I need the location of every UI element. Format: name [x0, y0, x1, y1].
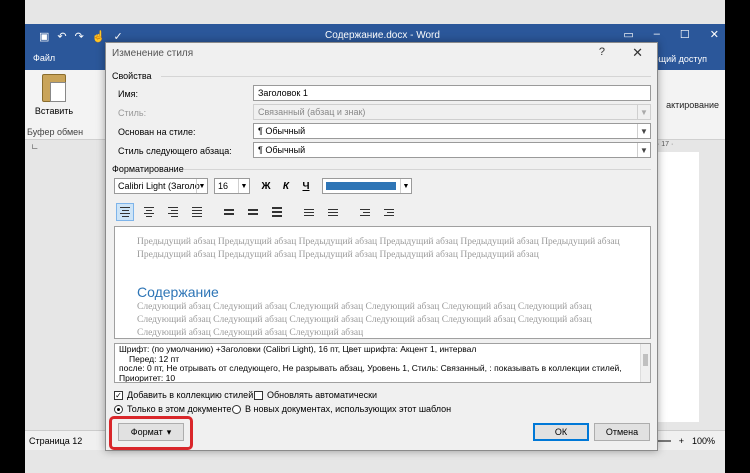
- help-icon[interactable]: ?: [599, 46, 605, 58]
- font-color-swatch: [326, 182, 396, 190]
- tab-selector-icon[interactable]: ∟: [31, 142, 39, 151]
- based-on-label: Основан на стиле:: [118, 127, 196, 137]
- next-style-select[interactable]: ¶ Обычный ▼: [253, 142, 651, 158]
- spelling-icon[interactable]: ✓: [114, 30, 123, 43]
- chevron-down-icon[interactable]: ▼: [400, 179, 411, 193]
- redo-icon[interactable]: ↷: [75, 30, 84, 43]
- word-window: ▣ ↶ ↷ ☝ ✓ Содержание.docx - Word ▭ – ☐ ✕…: [25, 0, 725, 473]
- format-button-label: Формат: [130, 427, 163, 437]
- bold-button[interactable]: Ж: [258, 178, 274, 194]
- paste-button[interactable]: Вставить: [29, 74, 79, 116]
- radio-icon: [232, 404, 241, 414]
- preview-next-paragraph: Следующий абзац Следующий абзац Следующи…: [137, 302, 592, 338]
- style-type-label: Стиль:: [118, 108, 147, 118]
- italic-button[interactable]: К: [278, 178, 294, 194]
- justify-icon[interactable]: [188, 203, 206, 221]
- properties-divider: [161, 76, 651, 77]
- clipboard-icon: [42, 74, 66, 102]
- formatting-section-label: Форматирование: [112, 164, 184, 174]
- ribbon-options-icon[interactable]: ▭: [623, 28, 633, 41]
- decrease-indent-icon[interactable]: [356, 203, 374, 221]
- style-name-input[interactable]: Заголовок 1: [253, 85, 651, 101]
- style-preview: Предыдущий абзац Предыдущий абзац Предыд…: [114, 226, 651, 339]
- space-before-icon[interactable]: [300, 203, 318, 221]
- add-to-gallery-checkbox[interactable]: ✓ Добавить в коллекцию стилей: [114, 390, 253, 400]
- modify-style-dialog: Изменение стиля ? ✕ Свойства Имя: Заголо…: [105, 42, 658, 451]
- description-line: после: 0 пт, Не отрывать от следующего, …: [119, 363, 622, 373]
- close-icon[interactable]: ✕: [632, 45, 643, 61]
- ok-button[interactable]: ОК: [533, 423, 589, 441]
- cancel-button[interactable]: Отмена: [594, 423, 650, 441]
- window-controls: ▭ – ☐ ✕: [623, 28, 719, 41]
- style-description: Шрифт: (по умолчанию) +Заголовки (Calibr…: [114, 343, 651, 383]
- description-line: Шрифт: (по умолчанию) +Заголовки (Calibr…: [119, 344, 477, 354]
- tab-file[interactable]: Файл: [33, 53, 55, 63]
- style-type-value: Связанный (абзац и знак): [258, 107, 366, 117]
- font-size-value: 16: [218, 181, 229, 191]
- double-spacing-icon[interactable]: [268, 203, 286, 221]
- font-color-select[interactable]: ▼: [322, 178, 412, 194]
- next-style-value: ¶ Обычный: [258, 145, 306, 155]
- preview-heading: Содержание: [137, 284, 219, 300]
- radio-selected-icon: [114, 404, 123, 414]
- format-button[interactable]: Формат ▾: [118, 423, 184, 441]
- formatting-divider: [184, 169, 651, 170]
- align-right-icon[interactable]: [164, 203, 182, 221]
- save-icon[interactable]: ▣: [39, 30, 49, 43]
- preview-previous-paragraph: Предыдущий абзац Предыдущий абзац Предыд…: [137, 237, 620, 260]
- align-left-icon[interactable]: [116, 203, 134, 221]
- font-value: Calibri Light (Заголо: [118, 181, 200, 191]
- paste-label: Вставить: [34, 106, 74, 116]
- only-this-document-radio[interactable]: Только в этом документе: [114, 404, 231, 414]
- zoom-in-icon[interactable]: +: [679, 436, 684, 446]
- close-window-icon[interactable]: ✕: [710, 28, 719, 41]
- chevron-down-icon[interactable]: ▼: [238, 179, 249, 193]
- page-indicator[interactable]: Страница 12: [29, 436, 82, 446]
- checkbox-checked-icon: ✓: [114, 390, 123, 400]
- space-after-icon[interactable]: [324, 203, 342, 221]
- next-style-label: Стиль следующего абзаца:: [118, 146, 232, 156]
- clipboard-group-label: Буфер обмен: [27, 127, 84, 137]
- chevron-down-icon: ▼: [637, 105, 650, 119]
- underline-button[interactable]: Ч: [298, 178, 314, 194]
- chevron-down-icon[interactable]: ▼: [637, 143, 650, 157]
- font-select[interactable]: Calibri Light (Заголо ▼: [114, 178, 208, 194]
- based-on-value: ¶ Обычный: [258, 126, 306, 136]
- chevron-down-icon[interactable]: ▼: [196, 179, 207, 193]
- single-spacing-icon[interactable]: [220, 203, 238, 221]
- one-half-spacing-icon[interactable]: [244, 203, 262, 221]
- new-documents-radio[interactable]: В новых документах, использующих этот ша…: [232, 404, 451, 414]
- editing-group-label[interactable]: актирование: [666, 100, 719, 110]
- description-scrollbar[interactable]: [640, 344, 650, 382]
- maximize-icon[interactable]: ☐: [680, 28, 690, 41]
- minimize-icon[interactable]: –: [654, 28, 660, 41]
- dropdown-arrow-icon: ▾: [166, 426, 172, 437]
- only-this-document-label: Только в этом документе: [127, 404, 232, 414]
- dialog-title: Изменение стиля: [112, 48, 194, 59]
- document-title: Содержание.docx - Word: [325, 30, 440, 41]
- add-to-gallery-label: Добавить в коллекцию стилей: [127, 390, 254, 400]
- auto-update-label: Обновлять автоматически: [267, 390, 378, 400]
- touch-mode-icon[interactable]: ☝: [92, 30, 106, 43]
- based-on-select[interactable]: ¶ Обычный ▼: [253, 123, 651, 139]
- increase-indent-icon[interactable]: [380, 203, 398, 221]
- align-center-icon[interactable]: [140, 203, 158, 221]
- new-documents-label: В новых документах, использующих этот ша…: [245, 404, 452, 414]
- checkbox-icon: [254, 390, 263, 400]
- properties-section-label: Свойства: [112, 71, 152, 81]
- undo-icon[interactable]: ↶: [57, 30, 66, 43]
- name-label: Имя:: [118, 89, 139, 99]
- description-line: Приоритет: 10: [119, 372, 176, 383]
- auto-update-checkbox[interactable]: Обновлять автоматически: [254, 390, 377, 400]
- zoom-level[interactable]: 100%: [692, 436, 715, 446]
- font-size-select[interactable]: 16 ▼: [214, 178, 250, 194]
- chevron-down-icon[interactable]: ▼: [637, 124, 650, 138]
- style-type-select: Связанный (абзац и знак) ▼: [253, 104, 651, 120]
